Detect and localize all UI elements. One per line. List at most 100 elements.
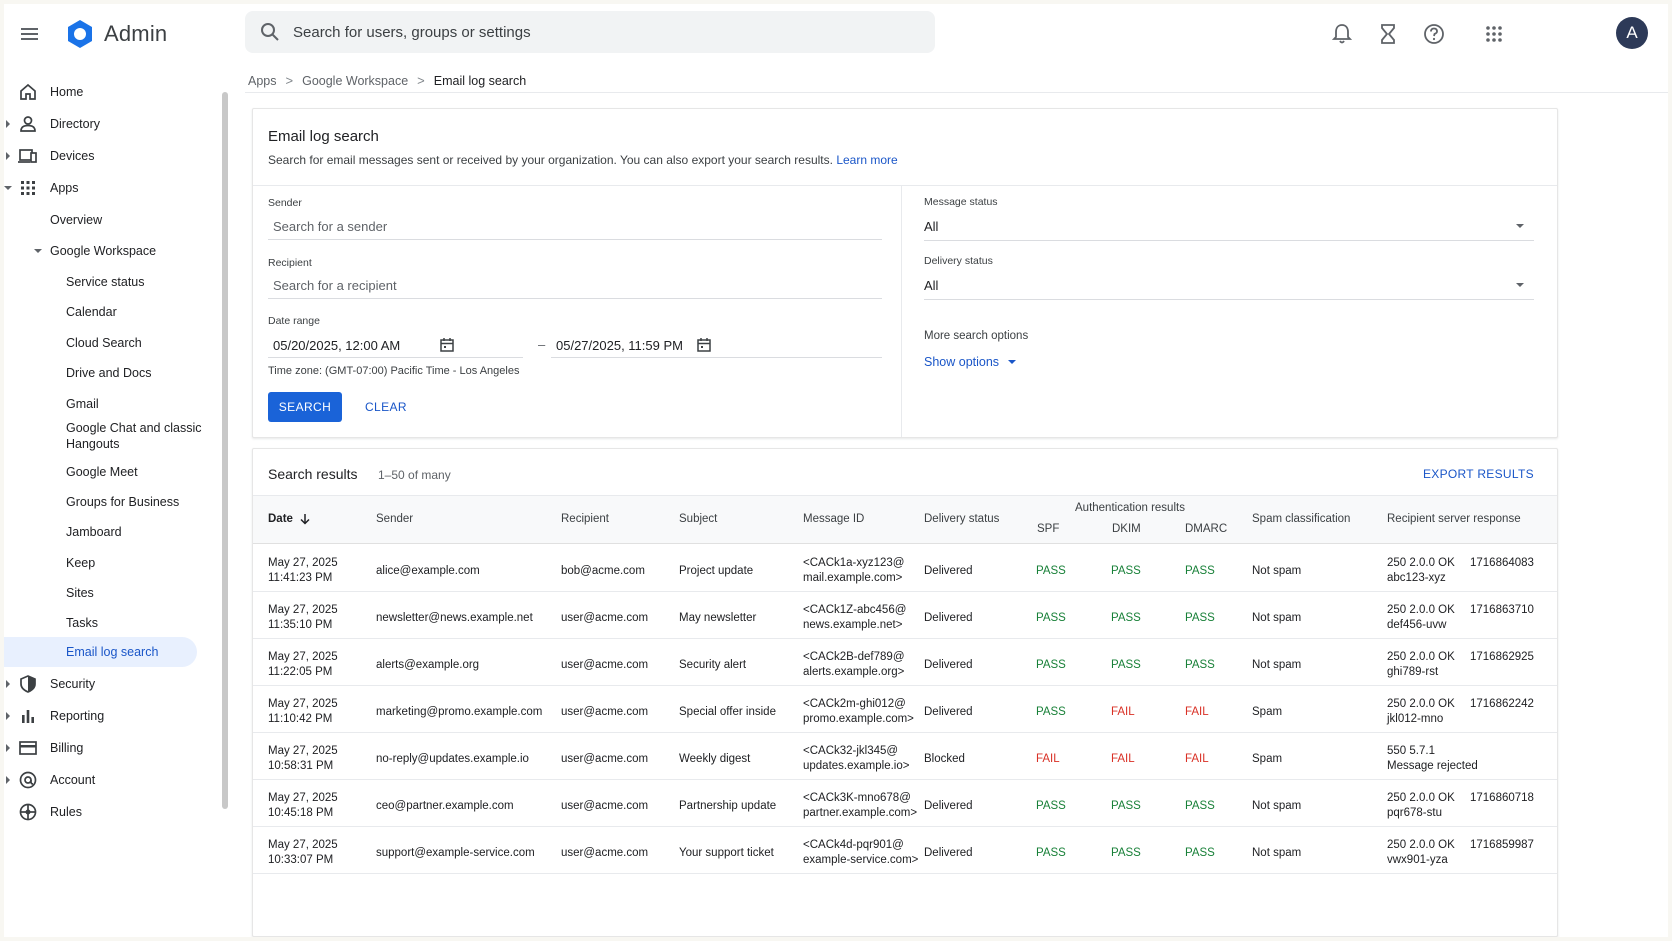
user-avatar[interactable]: A	[1616, 17, 1648, 49]
sidebar-item-home[interactable]: Home	[4, 78, 209, 106]
rules-icon	[18, 802, 38, 822]
dropdown-arrow-icon[interactable]	[1516, 283, 1524, 287]
sidebar-item-email-log-search[interactable]: Email log search	[4, 637, 197, 667]
search-button[interactable]: SEARCH	[268, 392, 342, 422]
column-header-message-id[interactable]: Message ID	[803, 513, 864, 525]
breadcrumb-google-workspace[interactable]: Google Workspace	[302, 74, 408, 88]
sidebar-nav: Home Directory Devices Apps Overview Goo…	[4, 76, 244, 936]
sidebar-item-google-meet[interactable]: Google Meet	[4, 458, 209, 486]
collapse-caret-icon[interactable]	[34, 249, 42, 253]
expand-caret-icon[interactable]	[6, 152, 10, 160]
sidebar-item-rules[interactable]: Rules	[4, 798, 209, 826]
admin-logo-icon[interactable]	[64, 18, 96, 50]
column-header-recipient[interactable]: Recipient	[561, 513, 609, 525]
date-from-underline	[268, 357, 523, 358]
sidebar-item-reporting[interactable]: Reporting	[4, 702, 209, 730]
table-row[interactable]: May 27, 2025 11:41:23 PM alice@example.com…	[253, 545, 1557, 592]
show-options-toggle[interactable]: Show options	[924, 355, 1017, 369]
app-title[interactable]: Admin	[104, 21, 167, 47]
sidebar-item-gmail[interactable]: Gmail	[4, 390, 209, 418]
help-icon[interactable]	[1419, 19, 1449, 49]
recipient-input[interactable]	[268, 273, 882, 299]
date-from-value[interactable]: 05/20/2025, 12:00 AM	[273, 338, 400, 353]
sidebar-scrollbar[interactable]	[222, 92, 228, 809]
breadcrumb-apps[interactable]: Apps	[248, 74, 277, 88]
cell-date: May 27, 2025	[268, 745, 338, 757]
cell-spf: FAIL	[1036, 753, 1060, 765]
learn-more-link[interactable]: Learn more	[836, 153, 897, 167]
column-header-subject[interactable]: Subject	[679, 513, 717, 525]
sidebar-item-apps[interactable]: Apps	[4, 174, 209, 202]
cell-date: May 27, 2025	[268, 792, 338, 804]
global-search[interactable]	[245, 11, 935, 53]
global-search-input[interactable]	[293, 23, 893, 41]
table-row[interactable]: May 27, 2025 10:58:31 PM no-reply@updates.…	[253, 733, 1557, 780]
sidebar-item-directory[interactable]: Directory	[4, 110, 209, 138]
sidebar-item-overview[interactable]: Overview	[4, 206, 209, 234]
sidebar-item-cloud-search[interactable]: Cloud Search	[4, 329, 209, 357]
column-header-sender[interactable]: Sender	[376, 513, 413, 525]
sidebar-item-billing[interactable]: Billing	[4, 734, 209, 762]
table-row[interactable]: May 27, 2025 11:35:10 PM newsletter@news.e…	[253, 592, 1557, 639]
table-row[interactable]: May 27, 2025 11:22:05 PM alerts@example.or…	[253, 639, 1557, 686]
column-header-date[interactable]: Date	[268, 513, 311, 525]
cell-delivery-status: Delivered	[924, 800, 973, 812]
bar-chart-icon	[18, 706, 38, 726]
cell-message-id: <CACk1Z-abc456@	[803, 604, 907, 616]
calendar-icon[interactable]	[439, 337, 455, 353]
sidebar-item-service-status[interactable]: Service status	[4, 268, 209, 296]
notifications-bell-icon[interactable]	[1327, 19, 1357, 49]
expand-caret-icon[interactable]	[6, 712, 10, 720]
message-status-label: Message status	[924, 196, 998, 208]
export-results-button[interactable]: EXPORT RESULTS	[1423, 467, 1534, 481]
sidebar-item-jamboard[interactable]: Jamboard	[4, 518, 209, 546]
sidebar-item-google-workspace[interactable]: Google Workspace	[4, 237, 209, 265]
cell-spf: PASS	[1036, 659, 1066, 671]
column-header-delivery-status[interactable]: Delivery status	[924, 513, 999, 525]
table-row[interactable]: May 27, 2025 10:45:18 PM ceo@partner.examp…	[253, 780, 1557, 827]
cell-sender: marketing@promo.example.com	[376, 706, 543, 718]
hamburger-menu-icon[interactable]	[14, 18, 46, 50]
hourglass-tasks-icon[interactable]	[1373, 19, 1403, 49]
cell-time: 10:58:31 PM	[268, 760, 334, 772]
dropdown-arrow-icon[interactable]	[1516, 224, 1524, 228]
column-header-spam-classification[interactable]: Spam classification	[1252, 513, 1350, 525]
cell-sender: alice@example.com	[376, 565, 480, 577]
cell-dkim: PASS	[1111, 612, 1141, 624]
collapse-caret-icon[interactable]	[4, 186, 12, 190]
sender-input[interactable]	[268, 214, 882, 240]
table-row[interactable]: May 27, 2025 10:33:07 PM support@example-s…	[253, 827, 1557, 874]
sidebar-item-sites[interactable]: Sites	[4, 579, 209, 607]
sidebar-item-google-chat[interactable]: Google Chat and classic Hangouts	[4, 419, 209, 453]
sidebar-item-drive-and-docs[interactable]: Drive and Docs	[4, 359, 209, 387]
cell-server-response-id: 1716864083	[1470, 557, 1534, 569]
apps-launcher-icon[interactable]	[1479, 19, 1509, 49]
cell-server-response-id: 1716862242	[1470, 698, 1534, 710]
expand-caret-icon[interactable]	[6, 680, 10, 688]
sidebar-item-groups-for-business[interactable]: Groups for Business	[4, 488, 209, 516]
clear-button[interactable]: CLEAR	[358, 392, 414, 422]
expand-caret-icon[interactable]	[6, 744, 10, 752]
table-row[interactable]: May 27, 2025 11:10:42 PM marketing@promo.e…	[253, 686, 1557, 733]
column-header-spf[interactable]: SPF	[1037, 523, 1059, 535]
expand-caret-icon[interactable]	[6, 776, 10, 784]
apps-grid-icon	[18, 178, 38, 198]
date-to-value[interactable]: 05/27/2025, 11:59 PM	[556, 338, 683, 353]
search-panel: Email log search Search for email messag…	[252, 108, 1558, 438]
delivery-status-select[interactable]: All	[924, 278, 938, 293]
expand-caret-icon[interactable]	[6, 120, 10, 128]
column-header-recipient-server-response[interactable]: Recipient server response	[1387, 513, 1521, 525]
column-header-dmarc[interactable]: DMARC	[1185, 523, 1227, 535]
cell-spf: PASS	[1036, 565, 1066, 577]
cell-sender: alerts@example.org	[376, 659, 480, 671]
sidebar-item-devices[interactable]: Devices	[4, 142, 209, 170]
sidebar-item-keep[interactable]: Keep	[4, 549, 209, 577]
calendar-icon[interactable]	[696, 337, 712, 353]
sort-descending-icon[interactable]	[299, 513, 311, 525]
sidebar-item-tasks[interactable]: Tasks	[4, 609, 209, 637]
sidebar-item-account[interactable]: Account	[4, 766, 209, 794]
message-status-select[interactable]: All	[924, 219, 938, 234]
sidebar-item-calendar[interactable]: Calendar	[4, 298, 209, 326]
sidebar-item-security[interactable]: Security	[4, 670, 209, 698]
column-header-dkim[interactable]: DKIM	[1112, 523, 1141, 535]
